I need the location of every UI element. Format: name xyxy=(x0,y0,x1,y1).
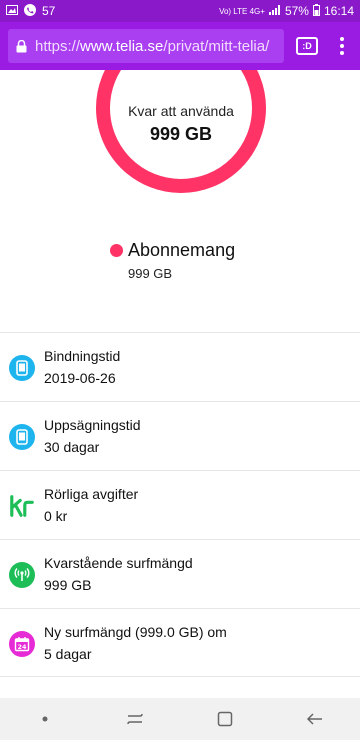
item-title: Uppsägningstid xyxy=(44,417,141,433)
lock-icon xyxy=(16,39,27,53)
signal-strength-icon xyxy=(268,4,281,18)
list-item-bindningstid: Bindningstid 2019-06-26 xyxy=(0,332,360,401)
url-prefix: https:// xyxy=(35,37,81,55)
item-value: 30 dagar xyxy=(44,439,100,455)
network-indicator: Vo) LTE 4G+ xyxy=(219,6,265,16)
list-item-kvarstaende-surfmangd: Kvarstående surfmängd 999 GB xyxy=(0,539,360,608)
item-title: Kvarstående surfmängd xyxy=(44,555,193,571)
item-value: 2019-06-26 xyxy=(44,370,116,386)
item-title: Rörliga avgifter xyxy=(44,486,139,502)
gallery-icon xyxy=(6,4,18,18)
item-value: 5 dagar xyxy=(44,646,92,662)
svg-text:24: 24 xyxy=(17,643,27,651)
browser-toolbar: https://www.telia.se/privat/mitt-telia/ … xyxy=(0,22,360,70)
battery-percent: 57% xyxy=(284,4,309,18)
url-path: /privat/mitt-telia/ xyxy=(163,37,270,55)
nav-dot-icon[interactable] xyxy=(25,704,65,734)
recent-apps-icon[interactable] xyxy=(115,704,155,734)
item-title: Ny surfmängd (999.0 GB) om xyxy=(44,624,227,640)
item-value: 0 kr xyxy=(44,508,68,524)
usage-label: Kvar att använda xyxy=(128,103,234,119)
kr-icon xyxy=(9,493,35,519)
phone-call-icon xyxy=(24,3,36,19)
legend-value: 999 GB xyxy=(128,266,173,281)
battery-icon xyxy=(312,3,320,19)
calendar-icon: 24 xyxy=(9,631,35,657)
more-menu-icon[interactable] xyxy=(332,31,352,61)
status-bar: 57 Vo) LTE 4G+ 57% 16:14 xyxy=(0,0,360,22)
item-value: 999 GB xyxy=(44,577,92,593)
clock: 16:14 xyxy=(323,4,354,18)
list-item-uppsagningstid: Uppsägningstid 30 dagar xyxy=(0,401,360,470)
page-content: Kvar att använda 999 GB Abonnemang 999 G… xyxy=(0,70,360,698)
system-nav-bar xyxy=(0,698,360,740)
legend-dot-icon xyxy=(110,244,123,257)
address-bar[interactable]: https://www.telia.se/privat/mitt-telia/ xyxy=(8,29,284,63)
item-title: Bindningstid xyxy=(44,348,121,364)
legend-title: Abonnemang xyxy=(128,240,236,260)
usage-value: 999 GB xyxy=(149,124,213,144)
url-host: www.telia.se xyxy=(80,37,164,55)
list-item-ny-surfmangd: 24 Ny surfmängd (999.0 GB) om 5 dagar xyxy=(0,608,360,677)
notification-count: 57 xyxy=(42,4,56,18)
back-icon[interactable] xyxy=(295,704,335,734)
tab-switcher-button[interactable]: :D xyxy=(296,37,318,55)
subscription-info-list: Bindningstid 2019-06-26 Uppsägningstid 3… xyxy=(0,332,360,677)
home-icon[interactable] xyxy=(205,704,245,734)
phone-icon xyxy=(9,355,35,381)
phone-icon xyxy=(9,424,35,450)
signal-icon xyxy=(9,562,35,588)
list-item-rorliga-avgifter: Rörliga avgifter 0 kr xyxy=(0,470,360,539)
